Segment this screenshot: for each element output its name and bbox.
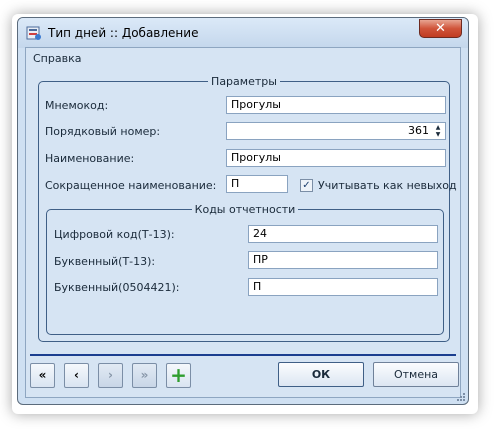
name-label: Наименование: — [45, 152, 135, 165]
order-stepper[interactable]: 361 ▲ ▼ — [226, 122, 446, 140]
dialog-client: Справка Параметры Мнемокод: Прогулы Поря… — [25, 47, 461, 398]
double-chevron-left-icon: « — [38, 368, 47, 382]
dialog-window: Тип дней :: Добавление ✕ Справка Парамет… — [17, 17, 469, 405]
name-input[interactable]: Прогулы — [226, 149, 446, 167]
codes-legend: Коды отчетности — [194, 203, 296, 216]
params-legend: Параметры — [211, 75, 277, 88]
mnemocode-input[interactable]: Прогулы — [226, 96, 446, 114]
count-as-dayoff-label: Учитывать как невыход — [318, 179, 457, 192]
spin-down-icon[interactable]: ▼ — [432, 131, 444, 138]
ok-button[interactable]: ОК — [278, 362, 364, 387]
first-record-button[interactable]: « — [30, 363, 55, 388]
title-bar[interactable]: Тип дней :: Добавление ✕ — [18, 18, 468, 48]
codes-group: Коды отчетности — [46, 203, 444, 335]
last-record-button[interactable]: » — [132, 363, 157, 388]
window-title: Тип дней :: Добавление — [48, 26, 199, 40]
short-name-label: Сокращенное наименование: — [45, 179, 217, 192]
chevron-left-icon: ‹ — [74, 368, 79, 382]
add-record-button[interactable]: + — [166, 363, 191, 388]
cancel-button[interactable]: Отмена — [373, 362, 459, 387]
separator-line — [30, 354, 456, 356]
close-icon: ✕ — [435, 21, 446, 36]
digital-code-label: Цифровой код(Т-13): — [54, 228, 175, 241]
prev-record-button[interactable]: ‹ — [64, 363, 89, 388]
spin-up-icon[interactable]: ▲ — [432, 124, 444, 131]
menu-help[interactable]: Справка — [33, 52, 81, 65]
letter-0504421-input[interactable]: П — [248, 278, 438, 296]
count-as-dayoff-checkbox[interactable]: ✓ — [300, 179, 313, 192]
letter-t13-label: Буквенный(Т-13): — [54, 255, 156, 268]
letter-t13-input[interactable]: ПР — [248, 251, 438, 269]
app-icon — [26, 26, 41, 40]
chevron-right-icon: › — [108, 368, 113, 382]
plus-icon: + — [170, 363, 187, 387]
close-button[interactable]: ✕ — [419, 19, 462, 38]
letter-0504421-label: Буквенный(0504421): — [54, 281, 180, 294]
digital-code-input[interactable]: 24 — [248, 225, 438, 243]
next-record-button[interactable]: › — [98, 363, 123, 388]
double-chevron-right-icon: » — [140, 368, 149, 382]
short-name-input[interactable]: П — [226, 175, 288, 193]
order-label: Порядковый номер: — [45, 125, 161, 138]
resize-grip-icon[interactable] — [455, 391, 465, 401]
mnemocode-label: Мнемокод: — [45, 99, 109, 112]
order-value: 361 — [408, 124, 429, 137]
